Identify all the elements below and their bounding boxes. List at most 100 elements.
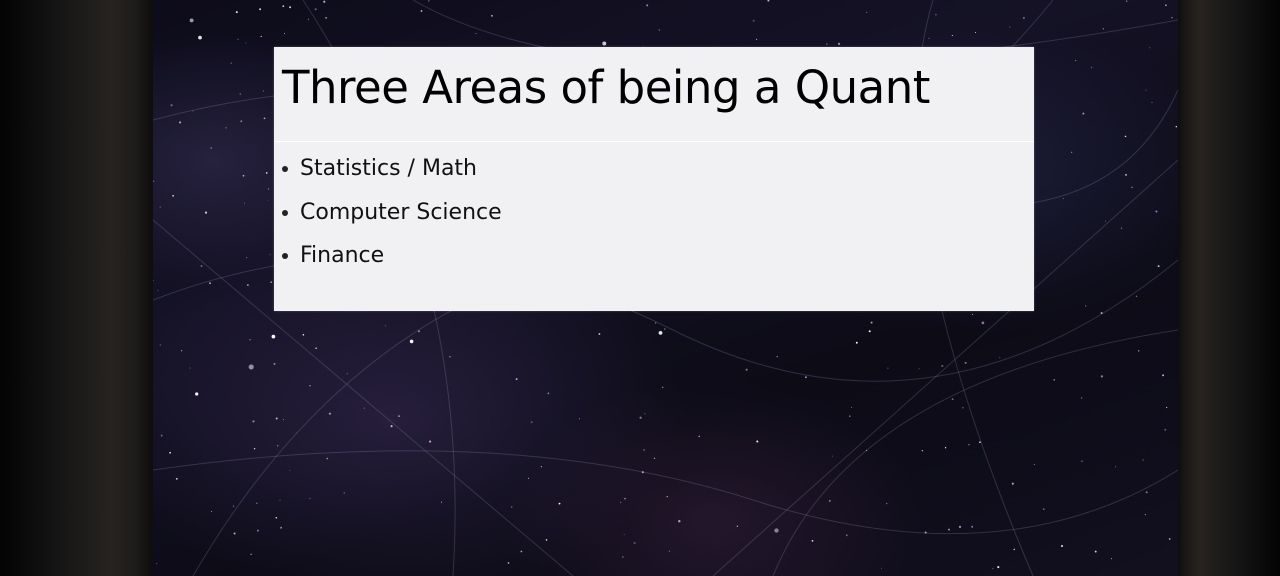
star (160, 434, 163, 437)
star (390, 425, 393, 428)
star (363, 407, 365, 409)
star (776, 356, 778, 358)
star (962, 406, 964, 409)
star (1094, 550, 1097, 553)
star (1151, 101, 1153, 103)
star (578, 418, 580, 420)
star (928, 37, 930, 40)
slide-content-box: Three Areas of being a Quant Statistics … (274, 47, 1034, 311)
star (619, 501, 622, 504)
star (247, 284, 249, 286)
star (169, 451, 171, 454)
star (315, 347, 317, 349)
bullet-list: Statistics / Math Computer Science Finan… (282, 147, 502, 278)
star (851, 406, 853, 408)
star (289, 470, 291, 471)
star (1126, 0, 1128, 2)
star (328, 412, 331, 415)
letterbox-right (1178, 0, 1280, 576)
star (384, 325, 386, 327)
bullet-text: Finance (300, 243, 385, 269)
star (558, 502, 561, 505)
star (1168, 538, 1171, 540)
star (540, 466, 542, 468)
star (449, 356, 451, 358)
star (156, 563, 158, 565)
star (265, 172, 268, 174)
star (263, 117, 266, 120)
star (1013, 548, 1016, 551)
star (232, 505, 235, 507)
star (267, 199, 269, 201)
star (245, 42, 247, 44)
star (639, 416, 642, 419)
star (624, 497, 626, 500)
star (633, 542, 636, 545)
star (623, 534, 625, 536)
star (1043, 508, 1045, 510)
star (273, 362, 276, 365)
star (641, 471, 644, 474)
presentation-slide: Three Areas of being a Quant Statistics … (153, 0, 1178, 576)
star (244, 202, 246, 204)
star (1084, 305, 1087, 307)
star (885, 502, 888, 505)
star (239, 93, 241, 95)
star (745, 368, 748, 371)
star (1162, 374, 1165, 377)
star (545, 539, 548, 541)
star (1135, 295, 1138, 297)
star (530, 421, 533, 424)
star (1165, 4, 1167, 7)
star (237, 38, 239, 41)
star (1062, 197, 1065, 199)
star (1081, 460, 1083, 462)
star (252, 420, 255, 423)
star (253, 448, 256, 450)
star (507, 562, 510, 564)
star (520, 550, 523, 553)
star (235, 11, 238, 14)
star (678, 519, 681, 523)
star (179, 121, 182, 124)
star (209, 282, 211, 285)
bullet-item-statistics: Statistics / Math (282, 147, 502, 191)
star (1110, 558, 1113, 560)
star (1090, 66, 1093, 69)
star (249, 338, 251, 341)
star (271, 334, 276, 339)
star (277, 445, 279, 447)
star (866, 449, 868, 452)
star (259, 8, 262, 11)
star (826, 43, 828, 45)
star (309, 384, 311, 387)
star (153, 280, 154, 281)
star (828, 499, 831, 502)
star (527, 477, 529, 479)
star (428, 0, 430, 2)
star (346, 373, 348, 375)
star (1011, 482, 1014, 485)
star (270, 281, 272, 283)
star (225, 127, 227, 129)
star (170, 104, 173, 107)
star (1033, 464, 1035, 466)
bullet-icon (282, 209, 288, 216)
star (289, 6, 292, 9)
star (343, 492, 346, 494)
star (282, 5, 285, 8)
star (195, 392, 199, 396)
star (1165, 406, 1168, 409)
star (262, 90, 264, 92)
star (756, 38, 758, 40)
star (256, 502, 258, 504)
star (598, 333, 601, 335)
star (644, 413, 646, 415)
star (646, 4, 649, 7)
star (159, 344, 161, 346)
star (157, 289, 159, 292)
star (211, 511, 212, 513)
star (951, 398, 954, 401)
star (1075, 59, 1077, 61)
star (935, 13, 937, 16)
